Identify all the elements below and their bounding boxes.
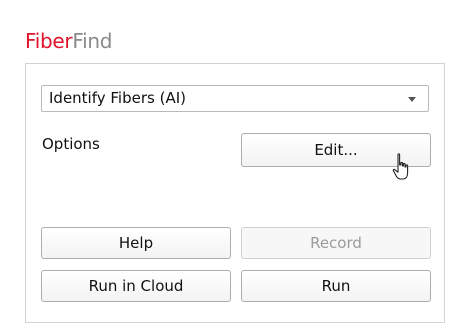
app-title: FiberFind bbox=[25, 27, 112, 55]
hand-pointer-icon bbox=[392, 153, 409, 180]
model-select-value: Identify Fibers (AI) bbox=[49, 89, 186, 107]
model-select[interactable]: Identify Fibers (AI) bbox=[41, 85, 429, 112]
record-button: Record bbox=[241, 227, 431, 259]
app-title-find: Find bbox=[72, 29, 113, 53]
run-button[interactable]: Run bbox=[241, 270, 431, 302]
options-label: Options bbox=[42, 135, 100, 153]
run-in-cloud-button[interactable]: Run in Cloud bbox=[41, 270, 231, 302]
chevron-down-icon bbox=[408, 97, 416, 102]
app-title-fiber: Fiber bbox=[25, 29, 73, 53]
tool-panel: Identify Fibers (AI) Options Edit... Hel… bbox=[25, 63, 445, 323]
help-button[interactable]: Help bbox=[41, 227, 231, 259]
